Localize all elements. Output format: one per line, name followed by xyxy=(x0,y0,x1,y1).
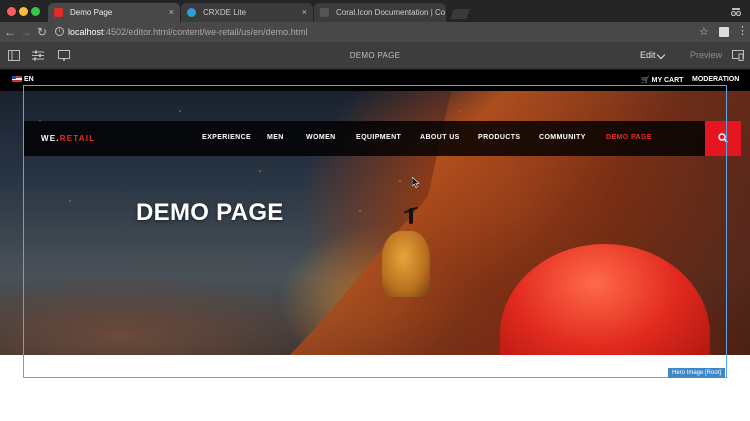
extension-icon[interactable] xyxy=(719,27,729,37)
cart-icon: 🛒 xyxy=(641,77,650,84)
browser-tab-demo-page[interactable]: Demo Page × xyxy=(48,3,180,22)
tab-close-icon[interactable]: × xyxy=(169,3,174,22)
us-flag-icon xyxy=(12,76,22,82)
page-canvas: EN 🛒 MY CART MODERATION WE.RETAIL EXPERI… xyxy=(0,70,750,421)
language-label: EN xyxy=(24,76,34,83)
window-maximize-button[interactable] xyxy=(31,7,40,16)
tab-title: Demo Page xyxy=(70,8,113,17)
cart-label: MY CART xyxy=(651,77,684,84)
forward-arrow-icon[interactable]: → xyxy=(20,25,32,39)
component-selection-outline xyxy=(23,85,727,378)
browser-window: Demo Page × CRXDE Lite × Coral.Icon Docu… xyxy=(0,0,750,421)
window-minimize-button[interactable] xyxy=(19,7,28,16)
language-selector[interactable]: EN xyxy=(12,76,34,83)
mode-selector-label[interactable]: Edit xyxy=(640,50,656,60)
browser-tab-crxde-lite[interactable]: CRXDE Lite × xyxy=(181,3,313,22)
tab-close-icon[interactable]: × xyxy=(302,3,307,22)
incognito-profile-icon[interactable] xyxy=(730,5,742,17)
url-host: localhost xyxy=(68,27,104,37)
url-field[interactable]: localhost:4502/editor.html/content/we-re… xyxy=(68,26,308,38)
emulator-device-icon[interactable] xyxy=(732,50,744,61)
url-path: :4502/editor.html/content/we-retail/us/e… xyxy=(103,27,308,37)
tab-title: Coral.Icon Documentation | Co xyxy=(336,8,446,17)
editor-page-title: DEMO PAGE xyxy=(349,51,401,60)
crxde-favicon-icon xyxy=(187,8,196,17)
browser-tab-strip: Demo Page × CRXDE Lite × Coral.Icon Docu… xyxy=(0,0,750,22)
preview-button[interactable]: Preview xyxy=(690,50,722,60)
my-cart-link[interactable]: 🛒 MY CART xyxy=(641,76,683,84)
reload-icon[interactable]: ↻ xyxy=(36,25,48,39)
tab-title: CRXDE Lite xyxy=(203,8,247,17)
moderation-link[interactable]: MODERATION xyxy=(692,76,739,83)
editor-toolbar: DEMO PAGE Edit Preview xyxy=(0,42,750,69)
demo-page-favicon-icon xyxy=(54,8,63,17)
browser-tab-coral-icon-docs[interactable]: Coral.Icon Documentation | Co xyxy=(314,3,446,22)
window-close-button[interactable] xyxy=(7,7,16,16)
new-tab-button[interactable] xyxy=(450,9,470,19)
browser-menu-icon[interactable]: ⋮ xyxy=(737,25,748,38)
bookmark-star-icon[interactable]: ☆ xyxy=(699,25,709,38)
browser-address-bar: ← → ↻ i localhost:4502/editor.html/conte… xyxy=(0,22,750,42)
back-arrow-icon[interactable]: ← xyxy=(4,25,16,39)
component-selection-label[interactable]: Hero Image [Root] xyxy=(668,368,726,378)
site-info-icon[interactable]: i xyxy=(55,27,64,36)
coral-docs-favicon-icon xyxy=(320,8,329,17)
